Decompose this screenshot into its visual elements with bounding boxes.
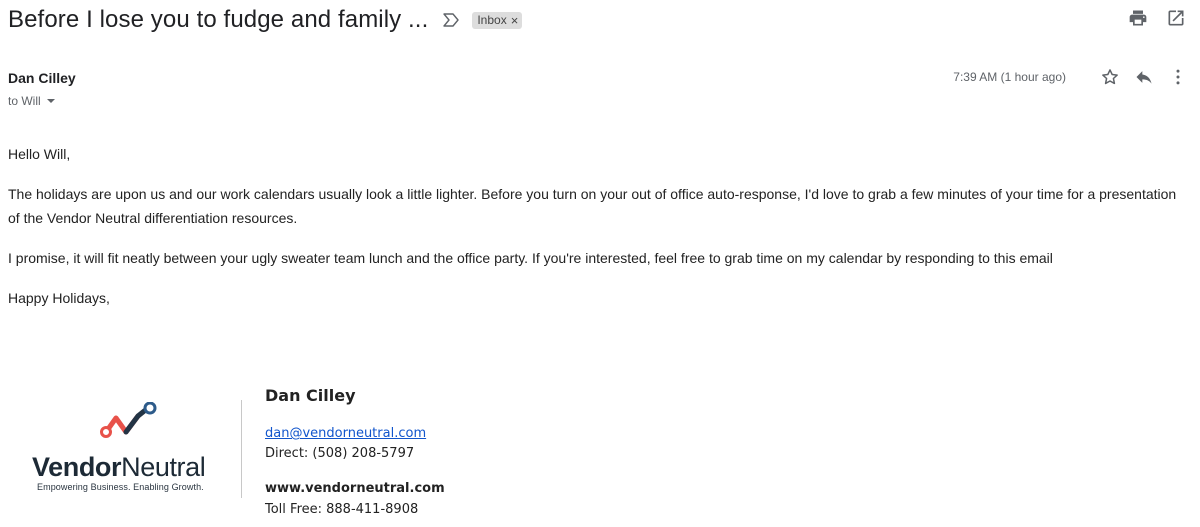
signature-direct-phone: Direct: (508) 208-5797 bbox=[265, 446, 415, 461]
signature-divider bbox=[241, 400, 242, 498]
vendor-neutral-logo: VendorNeutral Empowering Business. Enabl… bbox=[30, 402, 235, 497]
body-closing: Happy Holidays, bbox=[8, 290, 110, 306]
chevron-down-icon bbox=[46, 99, 55, 103]
signature-email-link[interactable]: dan@vendorneutral.com bbox=[265, 426, 426, 441]
inbox-label-text: Inbox bbox=[477, 13, 507, 27]
logo-mark-icon bbox=[100, 402, 157, 438]
logo-word-neutral: Neutral bbox=[121, 452, 206, 482]
print-icon[interactable] bbox=[1128, 8, 1148, 28]
subject-row: Before I lose you to fudge and family ..… bbox=[8, 2, 1200, 38]
email-signature: VendorNeutral Empowering Business. Enabl… bbox=[30, 382, 550, 522]
signature-name: Dan Cilley bbox=[265, 386, 356, 405]
logo-wordmark: VendorNeutral bbox=[32, 452, 206, 483]
email-body: Hello Will, The holidays are upon us and… bbox=[8, 142, 1183, 326]
email-subject: Before I lose you to fudge and family ..… bbox=[8, 6, 429, 33]
body-paragraph: The holidays are upon us and our work ca… bbox=[8, 186, 1177, 226]
body-greeting: Hello Will, bbox=[8, 146, 71, 162]
recipient-text: to Will bbox=[8, 94, 41, 108]
important-marker-icon[interactable] bbox=[442, 13, 460, 27]
sender-name[interactable]: Dan Cilley bbox=[8, 70, 76, 86]
thread-actions bbox=[1128, 8, 1186, 28]
more-vert-icon[interactable] bbox=[1168, 67, 1188, 87]
message-meta: 7:39 AM (1 hour ago) bbox=[953, 67, 1188, 87]
recipient-toggle[interactable]: to Will bbox=[8, 94, 55, 108]
signature-website: www.vendorneutral.com bbox=[265, 481, 445, 496]
body-paragraph: I promise, it will fit neatly between yo… bbox=[8, 250, 1053, 266]
timestamp: 7:39 AM (1 hour ago) bbox=[953, 70, 1066, 84]
reply-icon[interactable] bbox=[1134, 67, 1154, 87]
remove-label-button[interactable]: × bbox=[511, 13, 519, 28]
logo-tagline: Empowering Business. Enabling Growth. bbox=[37, 482, 204, 492]
inbox-label-chip: Inbox × bbox=[472, 11, 523, 29]
signature-toll-free: Toll Free: 888-411-8908 bbox=[265, 502, 419, 517]
open-in-new-window-icon[interactable] bbox=[1166, 8, 1186, 28]
star-icon[interactable] bbox=[1100, 67, 1120, 87]
logo-word-vendor: Vendor bbox=[32, 452, 122, 482]
